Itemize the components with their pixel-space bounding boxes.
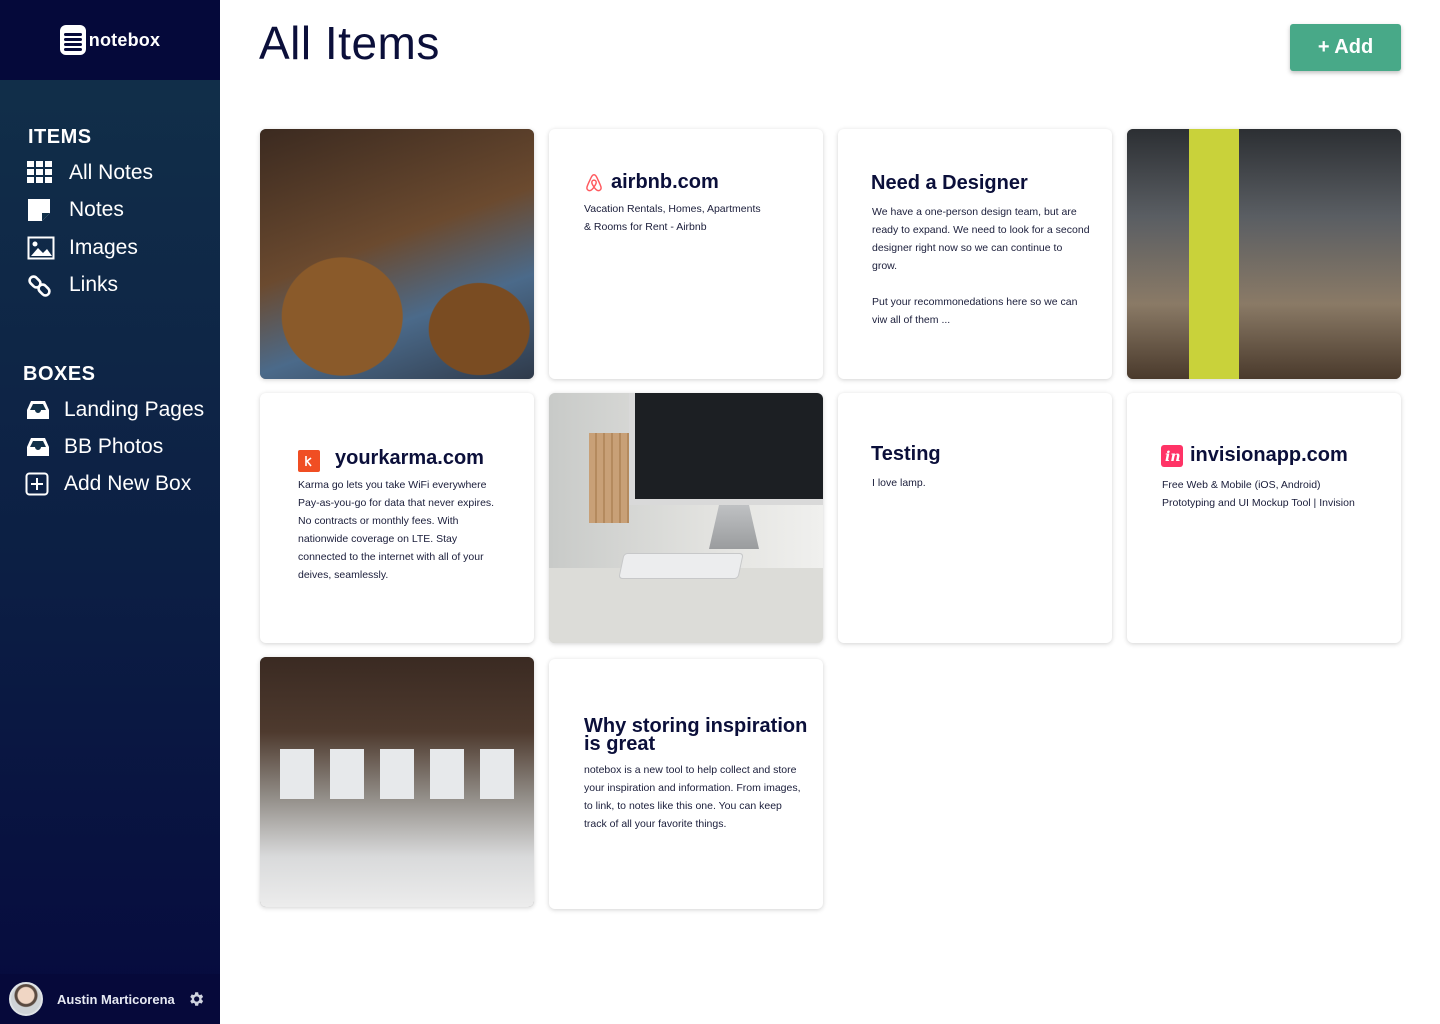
office-photo (1127, 129, 1401, 379)
user-name[interactable]: Austin Marticorena (57, 992, 175, 1007)
sidebar-item-links[interactable]: Links (27, 273, 118, 297)
image-card[interactable] (549, 393, 823, 643)
svg-text:in: in (1165, 449, 1181, 465)
grid-icon (27, 161, 55, 185)
sidebar-box-bb-photos[interactable]: BB Photos (25, 435, 163, 459)
card-title: Need a Designer (871, 172, 1028, 194)
desk-photo (549, 393, 823, 643)
link-icon (27, 273, 55, 297)
card-title: airbnb.com (611, 171, 719, 193)
page-title: All Items (259, 17, 440, 69)
link-card[interactable]: in invisionapp.com Free Web & Mobile (iO… (1127, 393, 1401, 643)
note-icon (27, 198, 55, 222)
card-description: Vacation Rentals, Homes, Apartments & Ro… (584, 203, 761, 233)
card-description: Free Web & Mobile (iOS, Android) Prototy… (1162, 479, 1355, 509)
bar-photo (260, 129, 534, 379)
card-body: notebox is a new tool to help collect an… (584, 764, 801, 830)
card-body: I love lamp. (872, 477, 926, 489)
card-body: We have a one-person design team, but ar… (872, 206, 1090, 326)
sidebar-item-label: All Notes (69, 161, 154, 184)
sidebar-box-label: Add New Box (64, 472, 192, 495)
office-loft-photo (260, 657, 534, 907)
note-card[interactable]: Why storing inspiration is great notebox… (549, 659, 823, 909)
sidebar-item-notes[interactable]: Notes (27, 198, 124, 222)
invision-icon: in (1161, 445, 1183, 467)
sidebar-box-label: Landing Pages (64, 398, 205, 421)
sidebar-item-all-notes[interactable]: All Notes (27, 161, 153, 185)
link-card[interactable]: yourkarma.com Karma go lets you take WiF… (260, 393, 534, 643)
sidebar-box-landing-pages[interactable]: Landing Pages (25, 398, 204, 422)
brand-name: notebox (88, 29, 161, 50)
airbnb-icon (583, 172, 605, 194)
notebox-logo-icon (59, 25, 86, 55)
image-icon (27, 236, 55, 260)
sidebar-item-label: Notes (69, 198, 124, 221)
sidebar-item-images[interactable]: Images (27, 236, 138, 260)
note-card[interactable]: Need a Designer We have a one-person des… (838, 129, 1112, 379)
avatar[interactable] (9, 982, 43, 1016)
gear-icon[interactable] (187, 990, 205, 1008)
boxes-section-title: BOXES (23, 363, 96, 385)
brand[interactable]: notebox (0, 0, 220, 80)
sidebar-item-label: Links (69, 273, 119, 296)
sidebar: notebox ITEMS All Notes Notes Images Lin… (0, 0, 220, 1024)
link-card[interactable]: airbnb.com Vacation Rentals, Homes, Apar… (549, 129, 823, 379)
inbox-icon (25, 435, 53, 459)
image-card[interactable] (1127, 129, 1401, 379)
user-bar: Austin Marticorena (0, 974, 220, 1024)
plus-square-icon (25, 472, 53, 496)
karma-icon (298, 450, 320, 472)
note-card[interactable]: Testing I love lamp. (838, 393, 1112, 643)
sidebar-box-label: BB Photos (64, 435, 164, 458)
card-title: Why storing inspiration is great (584, 715, 808, 755)
card-title: invisionapp.com (1190, 444, 1348, 466)
add-button[interactable]: + Add (1290, 24, 1401, 71)
items-section-title: ITEMS (28, 126, 92, 148)
image-card[interactable] (260, 129, 534, 379)
inbox-icon (25, 398, 53, 422)
image-card[interactable] (260, 657, 534, 907)
add-new-box-button[interactable]: Add New Box (25, 472, 191, 496)
card-title: yourkarma.com (335, 447, 484, 469)
card-title: Testing (871, 443, 941, 465)
sidebar-item-label: Images (69, 236, 138, 259)
card-description: Karma go lets you take WiFi everywhere P… (298, 479, 495, 581)
